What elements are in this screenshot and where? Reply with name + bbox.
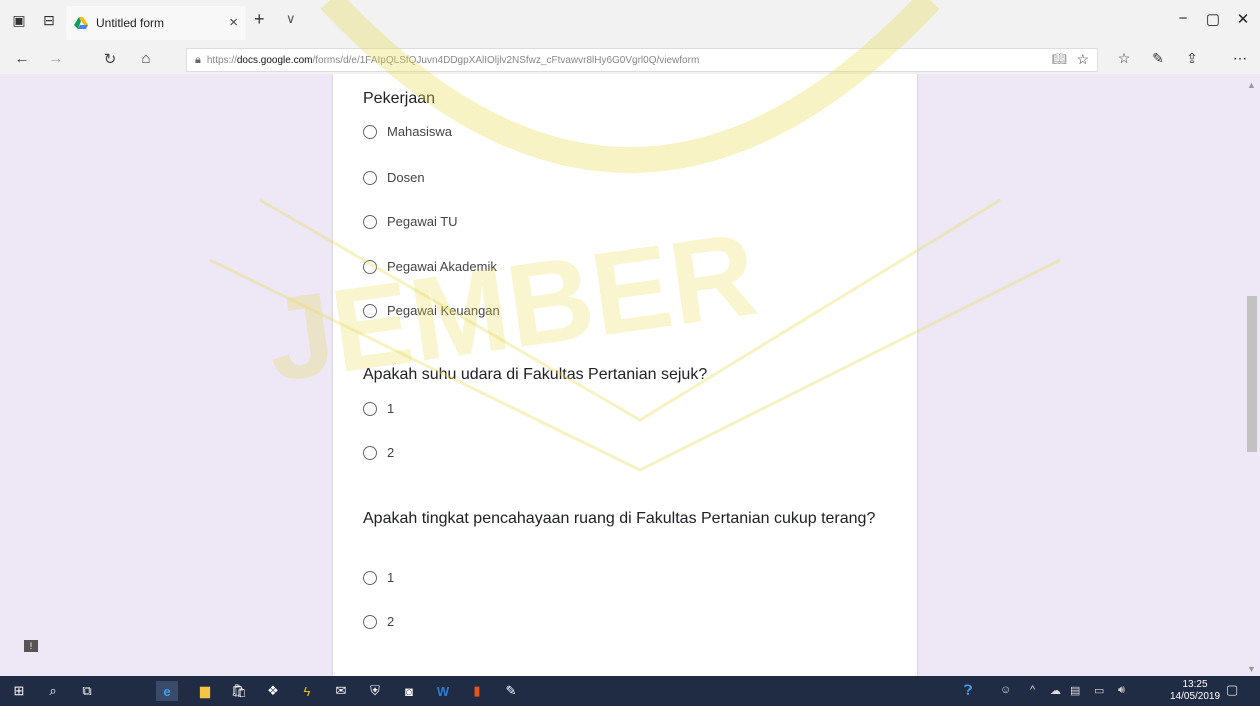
radio-button[interactable] — [363, 445, 377, 460]
minimize-button[interactable]: − — [1168, 10, 1198, 27]
favorite-star-icon[interactable]: ☆ — [1076, 51, 1089, 68]
question-title: Apakah tingkat pencahayaan ruang di Faku… — [363, 510, 876, 527]
option-label: Pegawai TU — [387, 214, 458, 229]
option-label: 2 — [387, 614, 395, 629]
refresh-icon[interactable]: ↻ — [98, 50, 122, 68]
notifications-icon[interactable]: ▢ — [1226, 682, 1238, 698]
question-title: Apakah suhu udara di Fakultas Pertanian … — [363, 366, 708, 383]
option-pegawai-akademik[interactable]: Pegawai Akademik — [363, 259, 497, 274]
radio-button[interactable] — [363, 124, 377, 139]
option-mahasiswa[interactable]: Mahasiswa — [363, 124, 452, 139]
back-arrow-icon[interactable]: ← — [10, 50, 34, 67]
tab-list-chevron-icon[interactable]: ∨ — [286, 11, 296, 27]
address-bar[interactable]: 🔒︎ https:// docs.google.com /forms/d/e/1… — [186, 48, 1098, 72]
dropbox-icon[interactable]: ❖ — [262, 681, 284, 701]
restore-button[interactable]: ▢ — [1198, 10, 1228, 28]
chevron-up-icon[interactable]: ^ — [1030, 684, 1035, 696]
new-tab-button[interactable]: + — [254, 9, 265, 30]
store-icon[interactable]: 🛍︎ — [228, 681, 250, 701]
network-icon[interactable]: ▤ — [1070, 684, 1080, 697]
tab-actions-icon[interactable]: ▣ — [8, 10, 30, 30]
url-path: /forms/d/e/1FAIpQLSfQJuvn4DDgpXAlIOljlv2… — [312, 54, 700, 66]
option-label: 1 — [387, 570, 395, 585]
home-icon[interactable]: ⌂ — [134, 50, 158, 67]
google-drive-icon — [74, 17, 88, 29]
form-card: Pekerjaan Mahasiswa Dosen Pegawai TU Peg… — [333, 74, 917, 676]
browser-title-bar: ▣ ⊟ Untitled form × + ∨ − ▢ ✕ — [0, 0, 1260, 46]
cloud-icon[interactable]: ☁ — [1050, 684, 1061, 697]
radio-button[interactable] — [363, 570, 377, 585]
tab-close-icon[interactable]: × — [229, 14, 238, 31]
share-icon[interactable]: ⇪ — [1180, 50, 1204, 67]
option-pegawai-keuangan[interactable]: Pegawai Keuangan — [363, 303, 500, 318]
winamp-icon[interactable]: ϟ — [296, 681, 318, 701]
paint-icon[interactable]: ✎ — [500, 681, 522, 701]
lock-icon: 🔒︎ — [195, 53, 201, 66]
volume-icon[interactable]: 🔊︎ — [1118, 684, 1125, 697]
scrollbar-thumb[interactable] — [1247, 296, 1257, 452]
url-prefix: https:// — [206, 54, 237, 66]
option-pegawai-tu[interactable]: Pegawai TU — [363, 214, 458, 229]
clock-date: 14/05/2019 — [1170, 691, 1221, 702]
close-window-button[interactable]: ✕ — [1228, 10, 1258, 28]
task-view-icon[interactable]: ⧉ — [76, 681, 98, 701]
radio-button[interactable] — [363, 614, 377, 629]
file-explorer-icon[interactable]: ▆ — [194, 681, 216, 701]
pen-icon[interactable]: ✎ — [1146, 50, 1170, 67]
option-label: Pegawai Keuangan — [387, 303, 500, 318]
option-dosen[interactable]: Dosen — [363, 170, 425, 185]
browser-nav-bar: ← → ↻ ⌂ 🔒︎ https:// docs.google.com /for… — [0, 46, 1260, 74]
search-icon[interactable]: ⌕ — [42, 681, 64, 701]
mail-icon[interactable]: ✉ — [330, 681, 352, 701]
scroll-down-icon[interactable]: ▼ — [1247, 664, 1256, 674]
option-2[interactable]: 2 — [363, 614, 394, 629]
option-1[interactable]: 1 — [363, 570, 394, 585]
system-clock[interactable]: 13:25 14/05/2019 — [1170, 679, 1220, 703]
vertical-scrollbar[interactable]: ▲ ▼ — [1244, 74, 1260, 676]
clock-time: 13:25 — [1182, 679, 1208, 690]
option-label: Pegawai Akademik — [387, 259, 497, 274]
url-host: docs.google.com — [236, 54, 313, 66]
radio-button[interactable] — [363, 214, 377, 229]
radio-button[interactable] — [363, 401, 377, 416]
radio-button[interactable] — [363, 259, 377, 274]
radio-button[interactable] — [363, 170, 377, 185]
favorites-icon[interactable]: ☆ — [1112, 50, 1136, 67]
option-label: Mahasiswa — [387, 124, 453, 139]
option-1[interactable]: 1 — [363, 401, 394, 416]
radio-button[interactable] — [363, 303, 377, 318]
scroll-up-icon[interactable]: ▲ — [1247, 80, 1256, 90]
reading-view-icon[interactable]: 📖︎ — [1052, 52, 1067, 66]
word-icon[interactable]: W — [432, 681, 454, 701]
option-2[interactable]: 2 — [363, 445, 394, 460]
set-tabs-aside-icon[interactable]: ⊟ — [38, 10, 60, 30]
option-label: 2 — [387, 445, 395, 460]
page-viewport: Pekerjaan Mahasiswa Dosen Pegawai TU Peg… — [0, 74, 1260, 676]
feedback-icon[interactable]: ! — [24, 640, 38, 652]
more-icon[interactable]: ⋯ — [1228, 50, 1252, 67]
office-icon[interactable]: ▮ — [466, 681, 488, 701]
option-label: 1 — [387, 401, 395, 416]
edge-icon[interactable]: e — [156, 681, 178, 701]
tab-untitled-form[interactable]: Untitled form × — [66, 6, 246, 40]
tab-title: Untitled form — [96, 16, 165, 30]
people-icon[interactable]: ☺ — [1000, 684, 1011, 696]
option-label: Dosen — [387, 170, 425, 185]
windows-taskbar: ⊞ ⌕ ⧉ e ▆ 🛍︎ ❖ ϟ ✉ ⛨ ◙ W ▮ ✎ ❓︎ ☺ ^ ☁ ▤ … — [0, 676, 1260, 706]
camera-icon[interactable]: ◙ — [398, 681, 420, 701]
question-title: Pekerjaan — [363, 90, 436, 107]
battery-icon[interactable]: ▭ — [1094, 684, 1104, 697]
shield-icon[interactable]: ⛨ — [364, 681, 386, 701]
help-icon[interactable]: ❓︎ — [964, 682, 972, 699]
windows-start-icon[interactable]: ⊞ — [8, 681, 30, 701]
forward-arrow-icon[interactable]: → — [44, 50, 68, 67]
